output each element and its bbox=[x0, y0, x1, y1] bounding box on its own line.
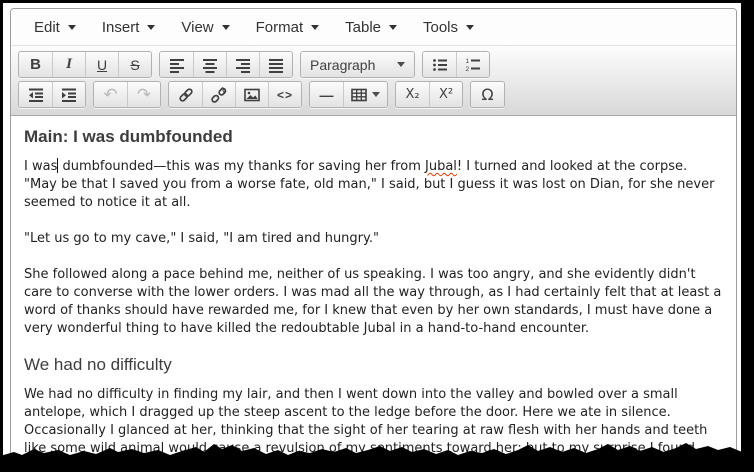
strikethrough-icon: S bbox=[130, 57, 139, 73]
horizontal-rule-icon: — bbox=[320, 87, 334, 103]
frame-right-edge bbox=[741, 0, 754, 472]
alignment-group bbox=[159, 51, 293, 78]
align-center-button[interactable] bbox=[193, 52, 226, 77]
chevron-down-icon bbox=[389, 25, 397, 30]
content-paragraph-2: "Let us go to my cave," I said, "I am ti… bbox=[24, 230, 723, 248]
subscript-button[interactable]: X₂ bbox=[396, 82, 429, 107]
indent-button[interactable] bbox=[52, 82, 85, 107]
chevron-down-icon bbox=[397, 62, 405, 67]
special-character-button[interactable]: Ω bbox=[471, 82, 504, 107]
unlink-icon bbox=[211, 87, 227, 103]
menu-edit-label: Edit bbox=[34, 19, 60, 36]
frame-left-edge bbox=[0, 0, 3, 472]
align-right-icon bbox=[235, 57, 251, 73]
bullet-list-icon bbox=[432, 57, 448, 73]
content-heading-1: Main: I was dumbfounded bbox=[24, 128, 723, 146]
redo-icon: ↷ bbox=[137, 85, 151, 105]
numbered-list-button[interactable]: 1 2 bbox=[456, 52, 489, 77]
source-code-icon: <> bbox=[277, 88, 293, 102]
outdent-icon bbox=[28, 87, 44, 103]
menu-insert-label: Insert bbox=[102, 19, 140, 36]
horizontal-rule-button[interactable]: — bbox=[310, 82, 343, 107]
table-button[interactable] bbox=[343, 82, 387, 107]
indent-group bbox=[18, 81, 86, 108]
format-select-group: Paragraph bbox=[300, 51, 415, 78]
align-justify-button[interactable] bbox=[259, 52, 292, 77]
script-group: X₂ X² bbox=[395, 81, 463, 108]
menu-edit[interactable]: Edit bbox=[21, 9, 89, 45]
menu-format-label: Format bbox=[256, 19, 304, 36]
svg-text:2: 2 bbox=[466, 66, 470, 73]
bold-button[interactable]: B bbox=[19, 52, 52, 77]
menu-view[interactable]: View bbox=[168, 9, 242, 45]
menu-tools-label: Tools bbox=[423, 19, 458, 36]
content-heading-2: We had no difficulty bbox=[24, 356, 723, 374]
link-button[interactable] bbox=[169, 82, 202, 107]
outdent-button[interactable] bbox=[19, 82, 52, 107]
chevron-down-icon bbox=[222, 25, 230, 30]
align-left-button[interactable] bbox=[160, 52, 193, 77]
underline-icon: U bbox=[97, 57, 107, 73]
history-group: ↶ ↷ bbox=[93, 81, 161, 108]
italic-button[interactable]: I bbox=[52, 52, 85, 77]
chevron-down-icon bbox=[147, 25, 155, 30]
bullet-list-button[interactable] bbox=[423, 52, 456, 77]
editable-content-area[interactable]: Main: I was dumbfounded I was dumbfounde… bbox=[11, 116, 736, 472]
superscript-icon: X² bbox=[439, 87, 453, 102]
menu-table[interactable]: Table bbox=[332, 9, 410, 45]
image-icon bbox=[244, 87, 260, 103]
content-paragraph-3: She followed along a pace behind me, nei… bbox=[24, 266, 723, 338]
align-justify-icon bbox=[268, 57, 284, 73]
content-paragraph-1: I was dumbfounded—this was my thanks for… bbox=[24, 158, 723, 212]
menu-view-label: View bbox=[181, 19, 213, 36]
svg-text:1: 1 bbox=[466, 58, 470, 65]
align-right-button[interactable] bbox=[226, 52, 259, 77]
torn-bottom-edge bbox=[0, 432, 754, 472]
underline-button[interactable]: U bbox=[85, 52, 118, 77]
frame-top-edge bbox=[0, 0, 754, 3]
toolbar-row-2: ↶ ↷ bbox=[18, 81, 729, 108]
image-button[interactable] bbox=[235, 82, 268, 107]
align-center-icon bbox=[202, 57, 218, 73]
insert-group: <> bbox=[168, 81, 302, 108]
chevron-down-icon bbox=[372, 92, 380, 97]
chevron-down-icon bbox=[466, 25, 474, 30]
paragraph-format-select[interactable]: Paragraph bbox=[301, 52, 414, 77]
subscript-icon: X₂ bbox=[405, 87, 419, 102]
hr-table-group: — bbox=[309, 81, 388, 108]
special-char-group: Ω bbox=[470, 81, 505, 108]
numbered-list-icon: 1 2 bbox=[465, 57, 481, 73]
chevron-down-icon bbox=[311, 25, 319, 30]
toolbar-row-1: B I U S bbox=[18, 51, 729, 78]
superscript-button[interactable]: X² bbox=[429, 82, 462, 107]
indent-icon bbox=[61, 87, 77, 103]
paragraph-text: I was bbox=[24, 159, 57, 174]
misspelled-word: Jubal bbox=[425, 159, 457, 174]
menu-table-label: Table bbox=[345, 19, 381, 36]
menubar: Edit Insert View Format Table Tools bbox=[11, 9, 736, 46]
align-left-icon bbox=[169, 57, 185, 73]
rich-text-editor-window: Edit Insert View Format Table Tools B bbox=[10, 8, 737, 472]
bold-icon: B bbox=[30, 56, 41, 73]
paragraph-format-value: Paragraph bbox=[310, 57, 391, 73]
special-character-icon: Ω bbox=[481, 85, 493, 104]
table-icon bbox=[351, 87, 367, 103]
menu-tools[interactable]: Tools bbox=[410, 9, 487, 45]
list-group: 1 2 bbox=[422, 51, 490, 78]
redo-button[interactable]: ↷ bbox=[127, 82, 160, 107]
toolbar: B I U S bbox=[11, 46, 736, 116]
menu-insert[interactable]: Insert bbox=[89, 9, 169, 45]
source-code-button[interactable]: <> bbox=[268, 82, 301, 107]
unlink-button[interactable] bbox=[202, 82, 235, 107]
undo-button[interactable]: ↶ bbox=[94, 82, 127, 107]
strikethrough-button[interactable]: S bbox=[118, 52, 151, 77]
menu-format[interactable]: Format bbox=[243, 9, 333, 45]
paragraph-text: dumbfounded—this was my thanks for savin… bbox=[58, 159, 425, 174]
link-icon bbox=[178, 87, 194, 103]
text-style-group: B I U S bbox=[18, 51, 152, 78]
italic-icon: I bbox=[66, 56, 72, 73]
chevron-down-icon bbox=[68, 25, 76, 30]
undo-icon: ↶ bbox=[103, 85, 117, 105]
